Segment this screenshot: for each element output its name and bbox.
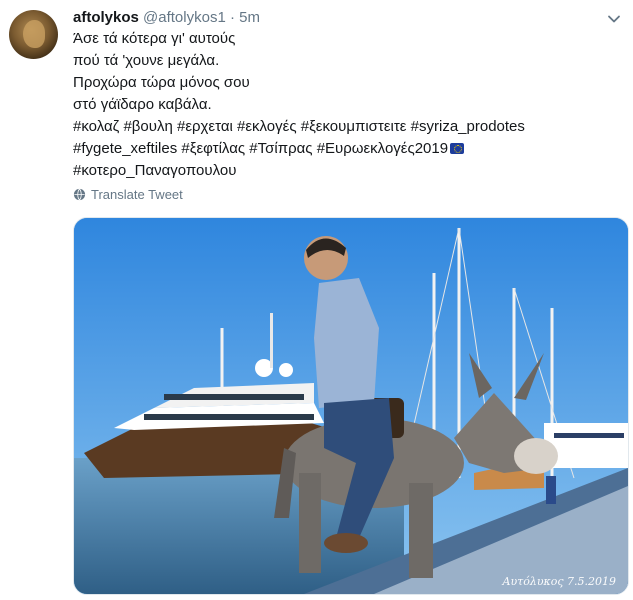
tweet-header: aftolykos @aftolykos1 · 5m bbox=[73, 8, 260, 28]
user-handle[interactable]: @aftolykos1 bbox=[143, 9, 226, 26]
display-name[interactable]: aftolykos bbox=[73, 9, 139, 26]
globe-icon bbox=[73, 188, 86, 201]
hashtag-link[interactable]: #Ευρωεκλογές2019 bbox=[317, 140, 448, 157]
tweet-text: Άσε τά κότερα γι' αυτούς πού τά 'χουνε μ… bbox=[73, 28, 618, 182]
translate-tweet-link[interactable]: Translate Tweet bbox=[73, 187, 183, 202]
hashtag-link[interactable]: #Τσίπρας bbox=[249, 140, 312, 157]
coin-portrait-icon bbox=[23, 20, 45, 48]
hashtag-link[interactable]: #ξεκουμπιστειτε bbox=[301, 118, 407, 135]
tweet-line: πού τά 'χουνε μεγάλα. bbox=[73, 52, 220, 69]
hashtag-link[interactable]: #κοτερο_Παναγοπουλου bbox=[73, 162, 236, 179]
timestamp[interactable]: 5m bbox=[239, 9, 260, 26]
hashtag-link[interactable]: #ξεφτίλας bbox=[181, 140, 245, 157]
hashtag-link[interactable]: #κολαζ bbox=[73, 118, 119, 135]
hashtag-line: #κοτερο_Παναγοπουλου bbox=[73, 160, 618, 182]
separator-dot: · bbox=[229, 9, 235, 26]
tweet[interactable]: aftolykos @aftolykos1 · 5m Άσε τά κότερα… bbox=[0, 0, 633, 600]
hashtag-link[interactable]: #εκλογές bbox=[237, 118, 297, 135]
eu-flag-icon bbox=[450, 143, 465, 154]
photo-collage bbox=[74, 218, 628, 594]
hashtag-line: #κολαζ #βουλη #ερχεται #εκλογές #ξεκουμπ… bbox=[73, 116, 618, 138]
avatar[interactable] bbox=[9, 10, 58, 59]
translate-label: Translate Tweet bbox=[91, 187, 183, 202]
hashtag-link[interactable]: #fygete_xeftiles bbox=[73, 140, 177, 157]
photo-watermark: Αυτόλυκος 7.5.2019 bbox=[502, 575, 616, 588]
hashtag-link[interactable]: #syriza_prodotes bbox=[411, 118, 525, 135]
hashtag-link[interactable]: #βουλη bbox=[123, 118, 172, 135]
tweet-line: Άσε τά κότερα γι' αυτούς bbox=[73, 30, 236, 47]
tweet-line: στό γάϊδαρο καβάλα. bbox=[73, 96, 212, 113]
hashtag-line: #fygete_xeftiles #ξεφτίλας #Τσίπρας #Ευρ… bbox=[73, 138, 618, 160]
chevron-down-icon[interactable] bbox=[605, 10, 623, 28]
hashtag-link[interactable]: #ερχεται bbox=[177, 118, 233, 135]
tweet-line: Προχώρα τώρα μόνος σου bbox=[73, 74, 250, 91]
tweet-photo[interactable]: Αυτόλυκος 7.5.2019 bbox=[73, 217, 629, 595]
